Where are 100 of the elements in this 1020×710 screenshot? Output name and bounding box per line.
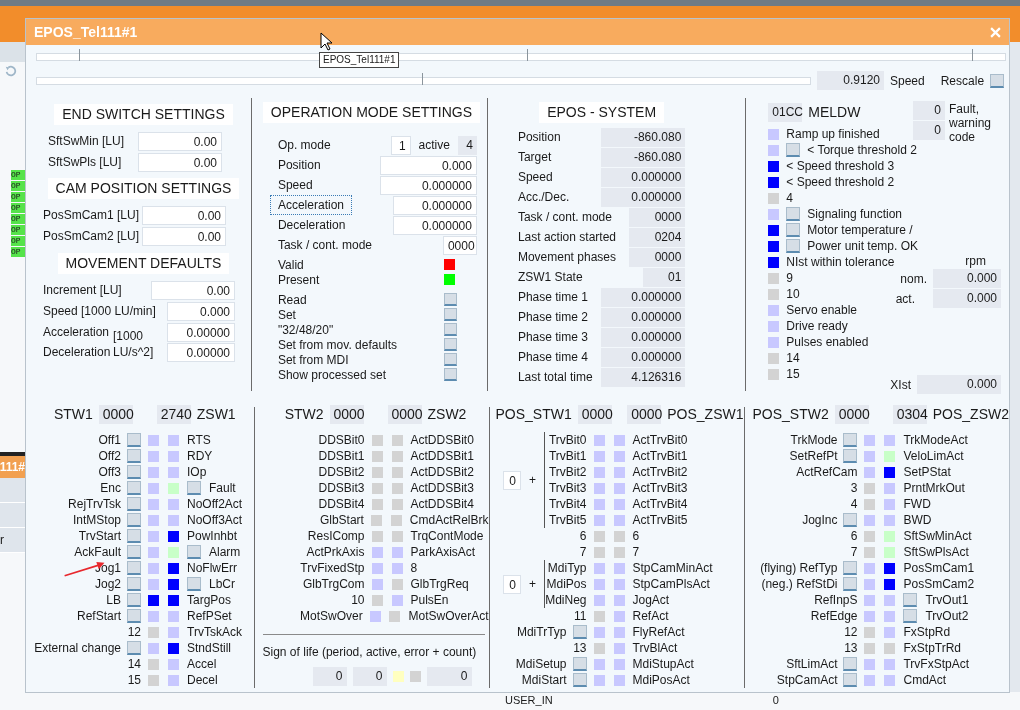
checkbox[interactable] [572, 673, 587, 687]
value-field[interactable]: 0.00 [142, 205, 226, 225]
signal-label: ActTrvBit5 [632, 512, 688, 529]
checkbox[interactable] [127, 529, 141, 543]
checkbox[interactable] [127, 593, 141, 607]
signal-label: MdiTyp [547, 560, 587, 577]
field-label: Speed [517, 169, 553, 186]
checkbox[interactable] [443, 368, 457, 381]
signal-label: Off2 [98, 448, 121, 465]
value-field[interactable]: 0.00000 [167, 342, 235, 362]
checkbox[interactable] [187, 481, 201, 495]
bit-label: 10 [786, 286, 800, 303]
signal-label: TrvFxStpAct [903, 656, 970, 673]
checkbox[interactable] [903, 593, 918, 607]
field-label: Position [517, 129, 561, 146]
checkbox[interactable] [443, 323, 457, 336]
checkbox[interactable] [843, 513, 858, 527]
value-field[interactable]: 0.00 [138, 131, 222, 151]
checkbox[interactable] [127, 561, 141, 575]
checkbox[interactable] [127, 545, 141, 559]
value-field[interactable]: 1 [390, 135, 411, 155]
checkbox[interactable] [187, 545, 201, 559]
checkbox[interactable] [127, 497, 141, 511]
signal-label: 13 [844, 640, 858, 657]
value-field[interactable]: 0.000000 [392, 195, 477, 215]
signal-label: ActDDSBit2 [410, 464, 474, 481]
checkbox[interactable] [127, 481, 141, 495]
signal-label: RejTrvTsk [68, 496, 121, 513]
signal-label: TrvBit0 [548, 432, 587, 449]
checkbox[interactable] [127, 449, 141, 463]
offset-field[interactable]: 0 [503, 470, 521, 490]
signal-label: GlbStart [319, 512, 364, 529]
checkbox[interactable] [127, 577, 141, 591]
signal-label: 10 [351, 592, 365, 609]
value-field[interactable]: 0.00 [151, 280, 235, 300]
value-field: 01 [643, 267, 686, 287]
value-field[interactable]: 0.00 [142, 226, 226, 246]
bit-label: 9 [786, 270, 793, 287]
signal-label: MdiSetup [515, 656, 567, 673]
status-tag: OP [11, 170, 25, 180]
signal-label: TrvBit3 [548, 480, 587, 497]
bit-label: 15 [786, 366, 800, 383]
signal-label: 3 [850, 480, 858, 497]
signal-label: ActTrvBit2 [632, 464, 688, 481]
checkbox[interactable] [843, 433, 858, 447]
signal-label: TrvBit5 [548, 512, 587, 529]
checkbox[interactable] [127, 433, 141, 447]
checkbox[interactable] [127, 609, 141, 623]
checkbox[interactable] [572, 625, 587, 639]
checkbox[interactable] [443, 353, 457, 366]
signal-label: SftLimAct [786, 656, 838, 673]
field-label: act. [895, 290, 915, 308]
checkbox[interactable] [443, 293, 457, 306]
field-label: Movement phases [517, 249, 616, 266]
speed-value: 0.9120 [817, 71, 884, 90]
checkbox[interactable] [127, 641, 141, 655]
signal-label: ActDDSBit1 [410, 448, 474, 465]
checkbox[interactable] [443, 338, 457, 351]
checkbox[interactable] [127, 513, 141, 527]
field-label: XIst [890, 376, 911, 394]
field-label: Phase time 3 [517, 329, 588, 346]
checkbox[interactable] [990, 73, 1005, 88]
value-field[interactable]: 0.000 [379, 155, 477, 175]
close-icon[interactable] [990, 26, 1001, 38]
value-field[interactable]: 0.000000 [392, 215, 477, 235]
checkbox[interactable] [843, 449, 858, 463]
signal-label: Off3 [98, 464, 121, 481]
value-field[interactable]: 0.00000 [167, 322, 235, 342]
value-field[interactable]: 0000 [442, 235, 477, 255]
signal-label: DDSBit0 [318, 432, 365, 449]
checkbox[interactable] [572, 657, 587, 671]
checkbox[interactable] [443, 308, 457, 321]
checkbox[interactable] [903, 609, 918, 623]
checkbox[interactable] [786, 223, 801, 237]
checkbox[interactable] [786, 239, 801, 253]
checkbox[interactable] [843, 561, 858, 575]
checkbox[interactable] [786, 207, 801, 221]
value-field: 4.126316 [601, 367, 686, 387]
word-label: ZSW2 [427, 404, 467, 424]
value-field: 0.000000 [601, 187, 686, 207]
refresh-icon[interactable] [4, 64, 18, 78]
checkbox[interactable] [187, 577, 201, 591]
offset-field[interactable]: 0 [503, 574, 521, 594]
signal-label: PulsEn [410, 592, 449, 609]
indicator-label: Valid [277, 256, 304, 274]
checkbox[interactable] [786, 143, 801, 157]
value-field[interactable]: 0.000 [167, 301, 235, 321]
signal-label: SetPStat [903, 464, 951, 481]
value-field: 0 [312, 667, 347, 686]
unit-label: [1000 LU/s^2] [113, 328, 155, 360]
signal-label: JogInc [802, 512, 838, 529]
field-label: Phase time 2 [517, 309, 588, 326]
value-field[interactable]: 0.00 [138, 152, 222, 172]
value-field[interactable]: 0.000000 [379, 175, 477, 195]
bit-label: Pulses enabled [786, 334, 869, 351]
checkbox[interactable] [127, 465, 141, 479]
checkbox[interactable] [843, 673, 858, 687]
checkbox[interactable] [843, 577, 858, 591]
checkbox[interactable] [843, 657, 858, 671]
action-label: Read [277, 291, 307, 309]
